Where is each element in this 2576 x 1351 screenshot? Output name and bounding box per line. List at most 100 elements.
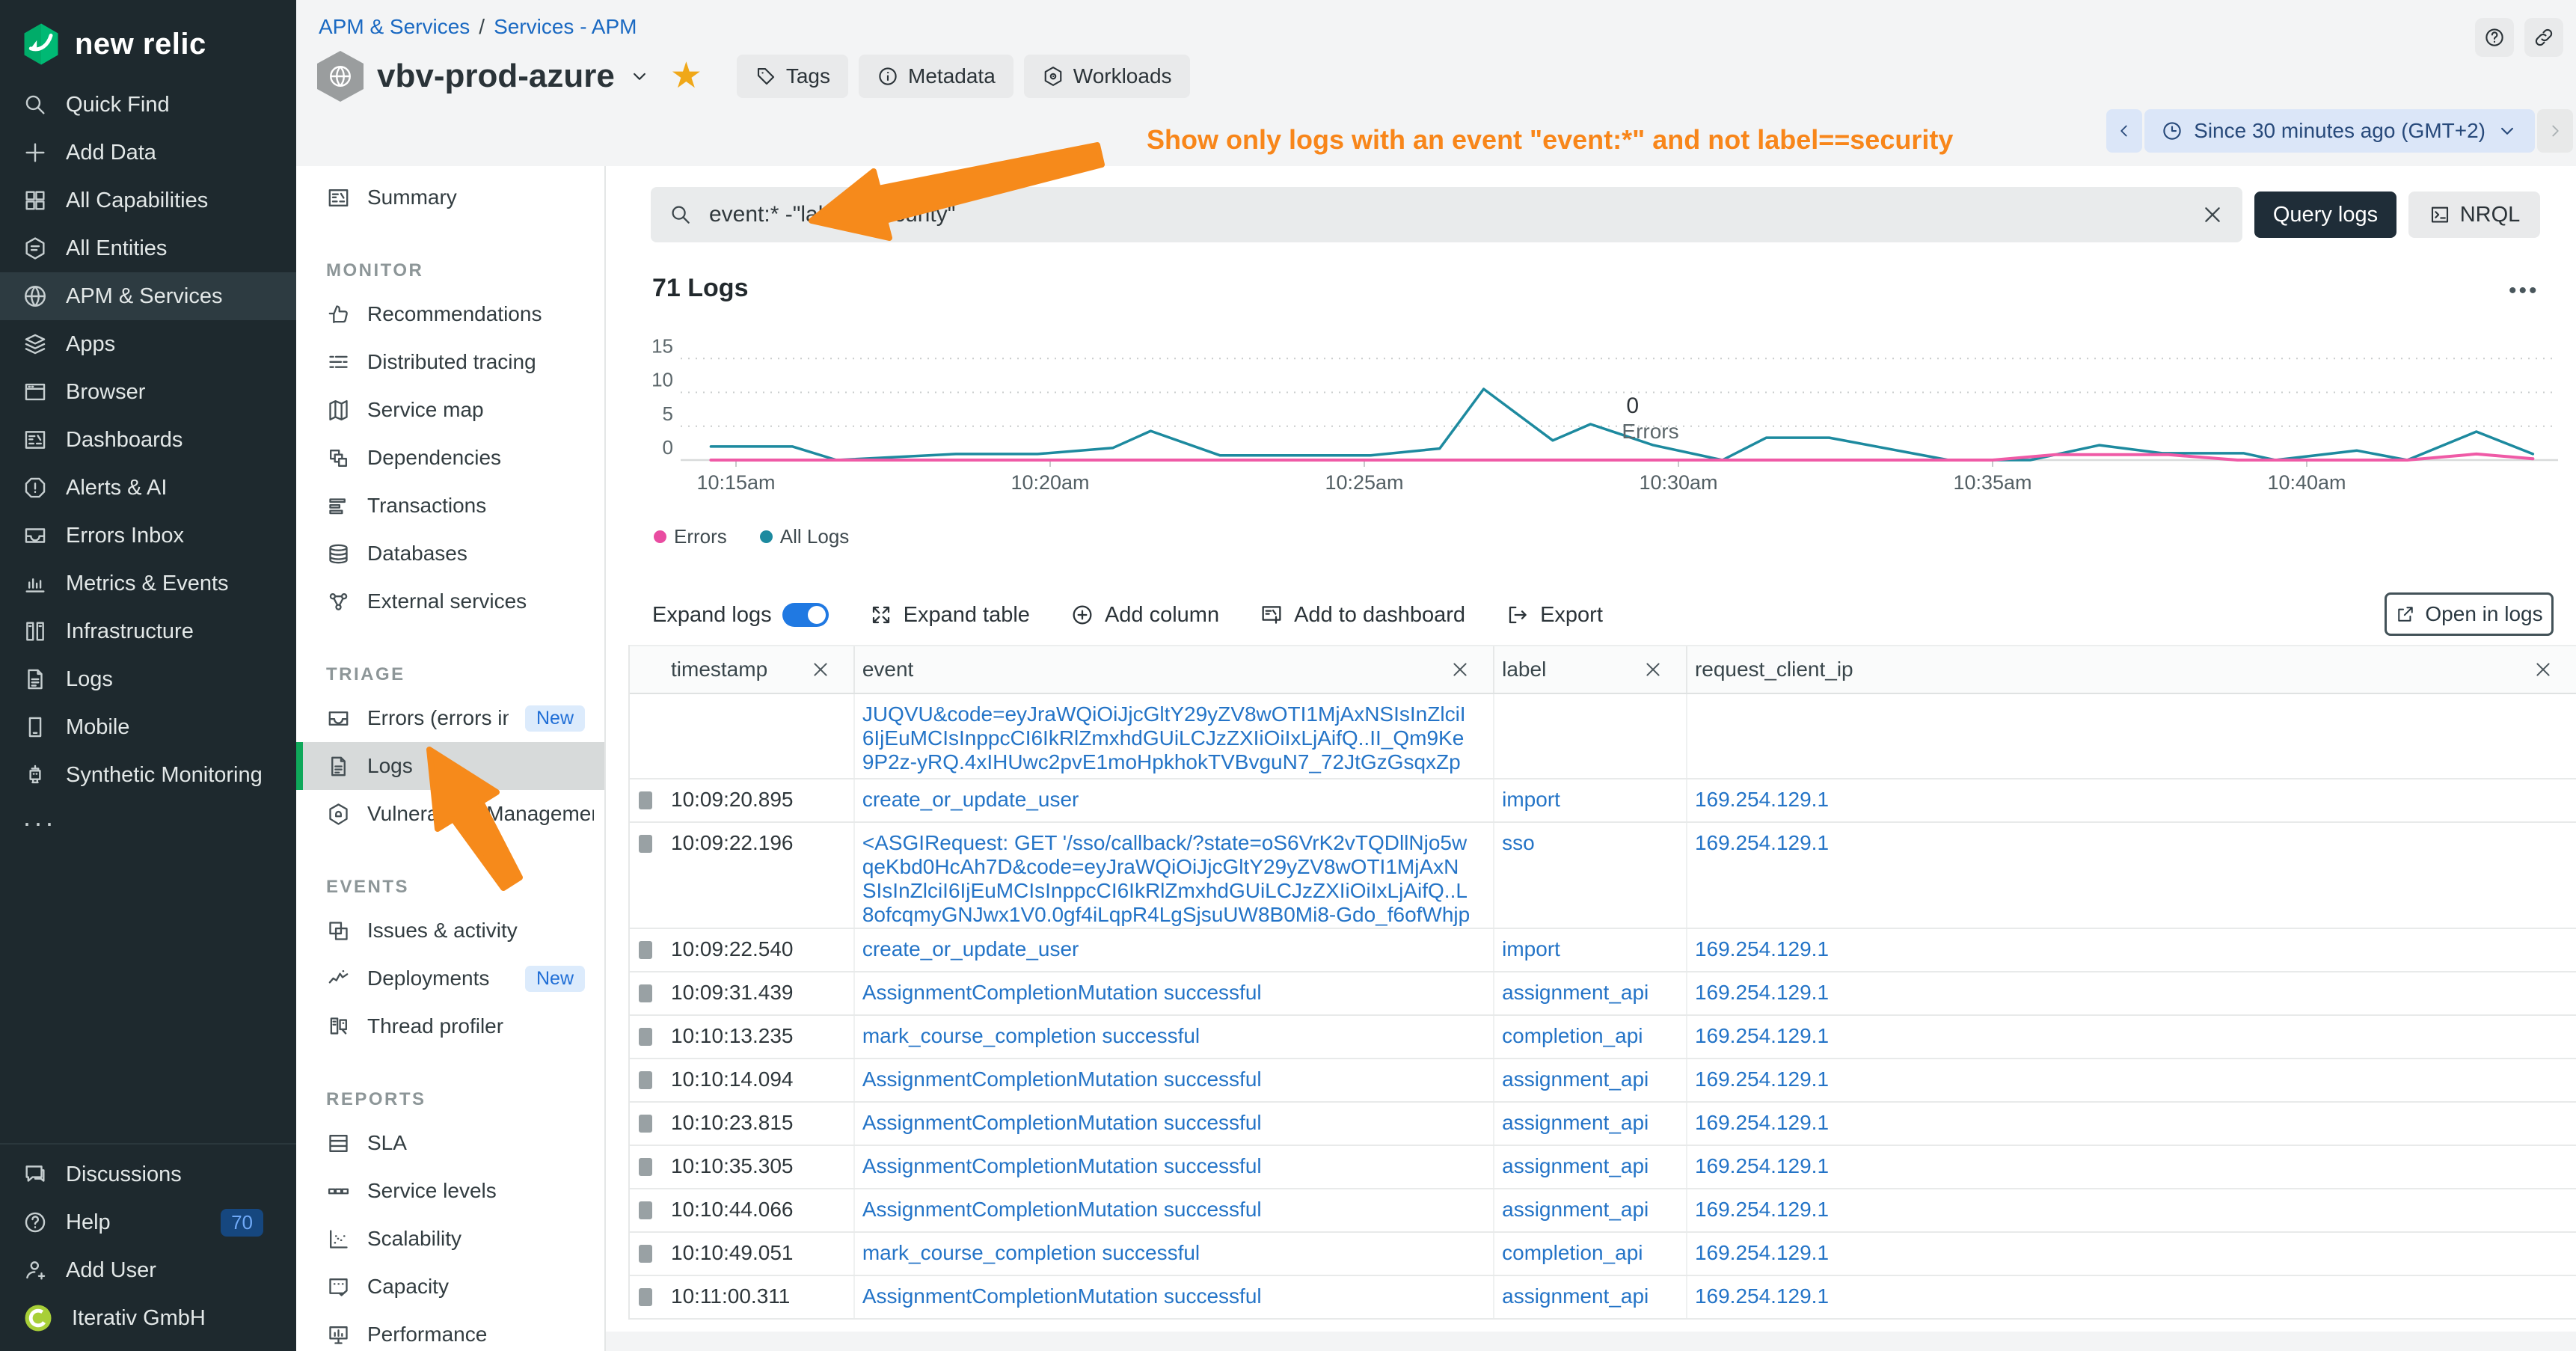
table-row[interactable]: 10:10:14.094AssignmentCompletionMutation… xyxy=(630,1059,2576,1103)
cell-label-link[interactable]: sso xyxy=(1494,823,1687,928)
sidebar-item-browser[interactable]: Browser xyxy=(0,368,296,416)
sidebar-item-apps[interactable]: Apps xyxy=(0,320,296,368)
time-forward-button[interactable] xyxy=(2537,109,2573,153)
cell-request-client-ip-link[interactable]: 169.254.129.1 xyxy=(1687,1276,2576,1318)
cell-label-link[interactable]: assignment_api xyxy=(1494,972,1687,1014)
nav-item-capacity[interactable]: Capacity xyxy=(296,1263,604,1311)
sidebar-item-iterativ-gmbh[interactable]: Iterativ GmbH xyxy=(0,1294,296,1342)
row-marker-icon[interactable] xyxy=(639,835,652,853)
cell-request-client-ip-link[interactable]: 169.254.129.1 xyxy=(1687,1016,2576,1058)
table-row[interactable]: 10:10:44.066AssignmentCompletionMutation… xyxy=(630,1189,2576,1233)
sidebar-item-mobile[interactable]: Mobile xyxy=(0,703,296,751)
sidebar-item-synthetic-monitoring[interactable]: Synthetic Monitoring xyxy=(0,751,296,799)
column-header-timestamp[interactable]: timestamp xyxy=(630,646,855,693)
sidebar-item-metrics-events[interactable]: Metrics & Events xyxy=(0,560,296,607)
cell-event-link[interactable]: AssignmentCompletionMutation successful xyxy=(855,1103,1494,1145)
expand-logs-toggle[interactable]: Expand logs xyxy=(652,603,829,628)
cell-label-link[interactable]: import xyxy=(1494,779,1687,821)
time-range-button[interactable]: Since 30 minutes ago (GMT+2) xyxy=(2144,109,2535,153)
table-row[interactable]: 10:11:00.311AssignmentCompletionMutation… xyxy=(630,1276,2576,1320)
cell-event-link[interactable]: AssignmentCompletionMutation successful xyxy=(855,1276,1494,1318)
table-row[interactable]: 10:10:23.815AssignmentCompletionMutation… xyxy=(630,1103,2576,1146)
nav-item-thread-profiler[interactable]: Thread profiler xyxy=(296,1002,604,1050)
nav-item-scalability[interactable]: Scalability xyxy=(296,1215,604,1263)
add-to-dashboard-button[interactable]: Add to dashboard xyxy=(1260,603,1465,628)
open-in-logs-button[interactable]: Open in logs xyxy=(2385,592,2554,636)
nav-item-recommendations[interactable]: Recommendations xyxy=(296,290,604,338)
nav-item-sla[interactable]: SLA xyxy=(296,1119,604,1167)
cell-request-client-ip-link[interactable]: 169.254.129.1 xyxy=(1687,779,2576,821)
column-header-event[interactable]: event xyxy=(855,646,1494,693)
row-marker-icon[interactable] xyxy=(639,941,652,959)
cell-event-link[interactable]: AssignmentCompletionMutation successful xyxy=(855,1146,1494,1188)
cell-label-link[interactable]: assignment_api xyxy=(1494,1276,1687,1318)
entity-chevron-down-icon[interactable] xyxy=(628,65,651,88)
cell-label-link[interactable]: assignment_api xyxy=(1494,1189,1687,1231)
cell-event-link[interactable]: create_or_update_user xyxy=(855,779,1494,821)
row-marker-icon[interactable] xyxy=(639,1028,652,1046)
cell-event-link[interactable]: <ASGIRequest: GET '/sso/callback/?state=… xyxy=(855,823,1494,928)
sidebar-item-logs[interactable]: Logs xyxy=(0,655,296,703)
expand-table-button[interactable]: Expand table xyxy=(869,603,1030,628)
sidebar-item-discussions[interactable]: Discussions xyxy=(0,1151,296,1198)
tags-button[interactable]: Tags xyxy=(737,55,848,98)
cell-request-client-ip-link[interactable]: 169.254.129.1 xyxy=(1687,1233,2576,1275)
table-row[interactable]: 10:09:22.196<ASGIRequest: GET '/sso/call… xyxy=(630,823,2576,929)
cell-event-link[interactable]: AssignmentCompletionMutation successful xyxy=(855,972,1494,1014)
table-row[interactable]: 10:10:35.305AssignmentCompletionMutation… xyxy=(630,1146,2576,1189)
cell-event-link[interactable]: mark_course_completion successful xyxy=(855,1016,1494,1058)
nav-item-logs[interactable]: Logs xyxy=(296,742,604,790)
column-header-request-client-ip[interactable]: request_client_ip xyxy=(1687,646,2576,693)
nav-item-errors-errors-inb[interactable]: Errors (errors inb...New xyxy=(296,694,604,742)
sidebar-item-all-entities[interactable]: All Entities xyxy=(0,224,296,272)
nav-item-dependencies[interactable]: Dependencies xyxy=(296,434,604,482)
toggle-on-icon[interactable] xyxy=(782,603,829,627)
table-row[interactable]: 10:09:31.439AssignmentCompletionMutation… xyxy=(630,972,2576,1016)
add-column-button[interactable]: Add column xyxy=(1070,603,1219,628)
row-marker-icon[interactable] xyxy=(639,1071,652,1089)
breadcrumb-link-apm[interactable]: APM & Services xyxy=(319,15,470,39)
cell-event-link[interactable]: mark_course_completion successful xyxy=(855,1233,1494,1275)
workloads-button[interactable]: Workloads xyxy=(1024,55,1190,98)
breadcrumb-link-services[interactable]: Services - APM xyxy=(494,15,637,39)
column-header-label[interactable]: label xyxy=(1494,646,1687,693)
table-row[interactable]: 10:10:49.051mark_course_completion succe… xyxy=(630,1233,2576,1276)
export-button[interactable]: Export xyxy=(1506,603,1603,628)
nav-item-deployments[interactable]: DeploymentsNew xyxy=(296,955,604,1002)
nrql-button[interactable]: NRQL xyxy=(2408,192,2540,238)
column-remove-icon[interactable] xyxy=(2533,659,2554,680)
nav-item-performance[interactable]: Performance xyxy=(296,1311,604,1351)
cell-request-client-ip-link[interactable]: 169.254.129.1 xyxy=(1687,929,2576,971)
sidebar-item-more[interactable]: ··· xyxy=(0,799,296,847)
table-row[interactable]: 10:09:22.540create_or_update_userimport1… xyxy=(630,929,2576,972)
row-marker-icon[interactable] xyxy=(639,984,652,1002)
cell-request-client-ip-link[interactable]: 169.254.129.1 xyxy=(1687,1146,2576,1188)
cell-label-link[interactable]: assignment_api xyxy=(1494,1059,1687,1101)
panel-menu-dots[interactable]: ••• xyxy=(2509,278,2539,304)
cell-event-link[interactable]: AssignmentCompletionMutation successful xyxy=(855,1189,1494,1231)
time-back-button[interactable] xyxy=(2106,109,2142,153)
nav-item-issues-activity[interactable]: Issues & activity xyxy=(296,907,604,955)
cell-event-link[interactable]: JUQVU&code=eyJraWQiOiJjcGltY29yZV8wOTI1M… xyxy=(855,694,1494,778)
nav-item-summary[interactable]: Summary xyxy=(296,174,604,221)
cell-request-client-ip-link[interactable]: 169.254.129.1 xyxy=(1687,1189,2576,1231)
help-button[interactable] xyxy=(2475,18,2514,57)
legend-item-all-logs[interactable]: All Logs xyxy=(760,525,850,548)
nav-item-databases[interactable]: Databases xyxy=(296,530,604,578)
nav-item-vulnerability-management[interactable]: Vulnerability Management xyxy=(296,790,604,838)
table-row[interactable]: 10:10:13.235mark_course_completion succe… xyxy=(630,1016,2576,1059)
column-remove-icon[interactable] xyxy=(1643,659,1663,680)
cell-label-link[interactable]: import xyxy=(1494,929,1687,971)
sidebar-item-infrastructure[interactable]: Infrastructure xyxy=(0,607,296,655)
sidebar-item-errors-inbox[interactable]: Errors Inbox xyxy=(0,512,296,560)
cell-event-link[interactable]: AssignmentCompletionMutation successful xyxy=(855,1059,1494,1101)
row-marker-icon[interactable] xyxy=(639,1158,652,1176)
metadata-button[interactable]: Metadata xyxy=(859,55,1013,98)
clear-query-icon[interactable] xyxy=(2201,203,2224,227)
query-logs-button[interactable]: Query logs xyxy=(2254,192,2396,238)
row-marker-icon[interactable] xyxy=(639,791,652,809)
row-marker-icon[interactable] xyxy=(639,1288,652,1306)
favorite-star-icon[interactable]: ★ xyxy=(670,58,702,94)
row-marker-icon[interactable] xyxy=(639,1115,652,1133)
cell-event-link[interactable]: create_or_update_user xyxy=(855,929,1494,971)
